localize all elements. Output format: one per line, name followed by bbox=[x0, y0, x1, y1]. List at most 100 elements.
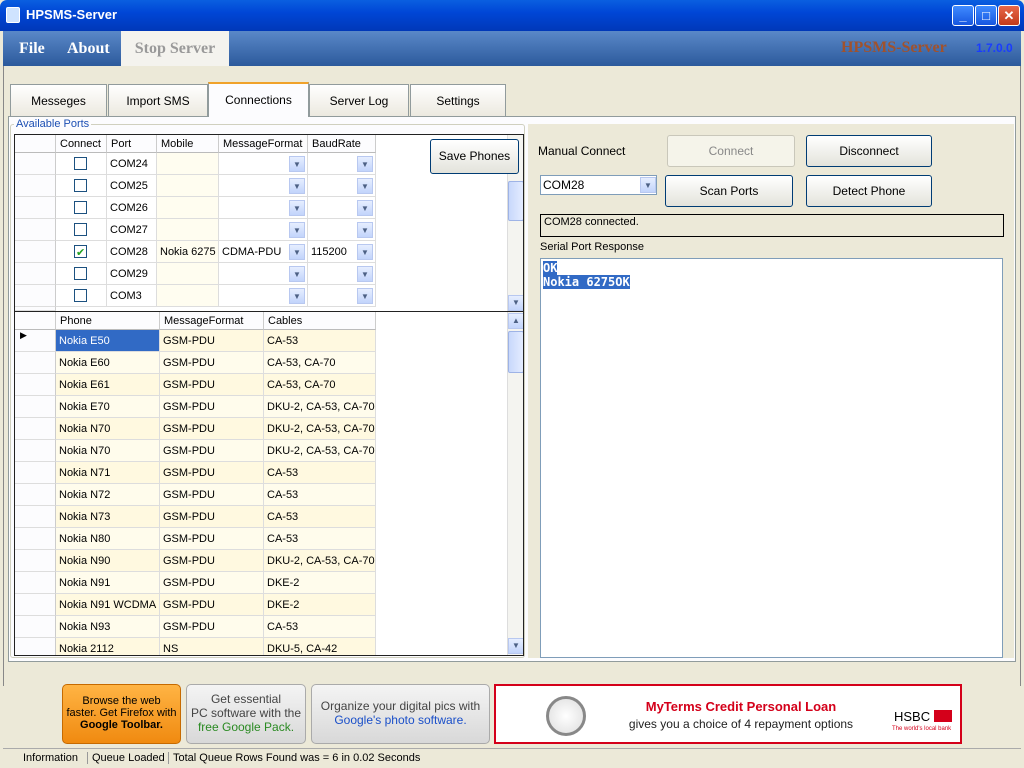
phone-format-cell[interactable]: GSM-PDU bbox=[160, 330, 264, 352]
phone-cell[interactable]: Nokia N91 WCDMA bbox=[56, 594, 160, 616]
ports-scroll-down-icon[interactable]: ▼ bbox=[508, 295, 523, 311]
menu-file[interactable]: File bbox=[19, 31, 45, 66]
cables-cell[interactable]: DKU-5, CA-42 bbox=[264, 638, 376, 655]
detect-phone-button[interactable]: Detect Phone bbox=[806, 175, 932, 207]
port-cell[interactable]: COM28 bbox=[107, 241, 157, 263]
phone-format-cell[interactable]: GSM-PDU bbox=[160, 550, 264, 572]
baudrate-cell[interactable]: ▼ bbox=[308, 197, 376, 219]
port-cell[interactable]: COM3 bbox=[107, 285, 157, 307]
phones-row-header[interactable] bbox=[15, 528, 56, 550]
phone-cell[interactable]: Nokia N91 bbox=[56, 572, 160, 594]
port-cell[interactable]: COM26 bbox=[107, 197, 157, 219]
serial-response-box[interactable]: OK Nokia 6275OK bbox=[540, 258, 1003, 658]
cables-cell[interactable]: CA-53, CA-70 bbox=[264, 352, 376, 374]
cables-cell[interactable]: CA-53 bbox=[264, 484, 376, 506]
minimize-icon[interactable]: _ bbox=[952, 5, 974, 26]
messageformat-cell[interactable]: ▼ bbox=[219, 175, 308, 197]
chevron-down-icon[interactable]: ▼ bbox=[640, 177, 656, 193]
ports-row-header[interactable] bbox=[15, 175, 56, 197]
phone-cell[interactable]: Nokia N70 bbox=[56, 440, 160, 462]
phones-row-header[interactable]: ▶ bbox=[15, 330, 56, 352]
baudrate-cell[interactable]: ▼ bbox=[308, 175, 376, 197]
connect-checkbox[interactable] bbox=[74, 201, 87, 214]
tab-connections[interactable]: Connections bbox=[208, 82, 309, 117]
col-cables[interactable]: Cables bbox=[264, 312, 376, 330]
mobile-cell[interactable] bbox=[157, 175, 219, 197]
menu-about[interactable]: About bbox=[67, 31, 110, 66]
phone-format-cell[interactable]: GSM-PDU bbox=[160, 484, 264, 506]
chevron-down-icon[interactable]: ▼ bbox=[357, 222, 373, 238]
connect-checkbox[interactable] bbox=[74, 223, 87, 236]
phones-row-header[interactable] bbox=[15, 418, 56, 440]
cables-cell[interactable]: CA-53, CA-70 bbox=[264, 374, 376, 396]
firefox-ad[interactable]: Browse the web faster. Get Firefox with … bbox=[62, 684, 181, 744]
messageformat-cell[interactable]: ▼ bbox=[219, 219, 308, 241]
cables-cell[interactable]: DKU-2, CA-53, CA-70 bbox=[264, 396, 376, 418]
phones-row-header[interactable] bbox=[15, 374, 56, 396]
connect-cell[interactable] bbox=[56, 285, 107, 307]
connect-cell[interactable]: ✔ bbox=[56, 241, 107, 263]
messageformat-cell[interactable]: ▼ bbox=[219, 153, 308, 175]
phone-format-cell[interactable]: GSM-PDU bbox=[160, 396, 264, 418]
messageformat-cell[interactable]: CDMA-PDU ▼ bbox=[219, 241, 308, 263]
stop-server-button[interactable]: Stop Server bbox=[121, 31, 229, 66]
phones-scroll-down-icon[interactable]: ▼ bbox=[508, 638, 523, 654]
chevron-down-icon[interactable]: ▼ bbox=[357, 244, 373, 260]
baudrate-cell[interactable]: 115200 ▼ bbox=[308, 241, 376, 263]
phones-row-header[interactable] bbox=[15, 638, 56, 655]
cables-cell[interactable]: DKU-2, CA-53, CA-70 bbox=[264, 550, 376, 572]
phone-cell[interactable]: Nokia N80 bbox=[56, 528, 160, 550]
phone-cell[interactable]: Nokia E50 bbox=[56, 330, 160, 352]
phone-format-cell[interactable]: GSM-PDU bbox=[160, 352, 264, 374]
connect-cell[interactable] bbox=[56, 153, 107, 175]
port-cell[interactable]: COM25 bbox=[107, 175, 157, 197]
phone-cell[interactable]: Nokia N93 bbox=[56, 616, 160, 638]
chevron-down-icon[interactable]: ▼ bbox=[357, 178, 373, 194]
phones-row-header[interactable] bbox=[15, 550, 56, 572]
chevron-down-icon[interactable]: ▼ bbox=[289, 244, 305, 260]
messageformat-cell[interactable]: ▼ bbox=[219, 197, 308, 219]
cables-cell[interactable]: DKU-2, CA-53, CA-70 bbox=[264, 440, 376, 462]
baudrate-cell[interactable]: ▼ bbox=[308, 153, 376, 175]
chevron-down-icon[interactable]: ▼ bbox=[357, 266, 373, 282]
cables-cell[interactable]: DKE-2 bbox=[264, 572, 376, 594]
phone-format-cell[interactable]: GSM-PDU bbox=[160, 418, 264, 440]
mobile-cell[interactable] bbox=[157, 153, 219, 175]
tab-server-log[interactable]: Server Log bbox=[309, 84, 409, 116]
port-cell[interactable]: COM29 bbox=[107, 263, 157, 285]
phone-cell[interactable]: Nokia E60 bbox=[56, 352, 160, 374]
port-cell[interactable]: COM24 bbox=[107, 153, 157, 175]
chevron-down-icon[interactable]: ▼ bbox=[357, 156, 373, 172]
maximize-icon[interactable]: □ bbox=[975, 5, 997, 26]
phone-format-cell[interactable]: GSM-PDU bbox=[160, 528, 264, 550]
phone-format-cell[interactable]: GSM-PDU bbox=[160, 572, 264, 594]
phones-row-header[interactable] bbox=[15, 572, 56, 594]
col-phone-messageformat[interactable]: MessageFormat bbox=[160, 312, 264, 330]
phone-cell[interactable]: Nokia N70 bbox=[56, 418, 160, 440]
phones-row-header[interactable] bbox=[15, 396, 56, 418]
phones-scroll-up-icon[interactable]: ▲ bbox=[508, 313, 523, 329]
chevron-down-icon[interactable]: ▼ bbox=[289, 156, 305, 172]
phone-cell[interactable]: Nokia N71 bbox=[56, 462, 160, 484]
baudrate-cell[interactable]: ▼ bbox=[308, 263, 376, 285]
phones-row-header[interactable] bbox=[15, 484, 56, 506]
phones-row-header[interactable] bbox=[15, 594, 56, 616]
close-icon[interactable]: ✕ bbox=[998, 5, 1020, 26]
phones-row-header[interactable] bbox=[15, 440, 56, 462]
chevron-down-icon[interactable]: ▼ bbox=[289, 178, 305, 194]
save-phones-button[interactable]: Save Phones bbox=[430, 139, 519, 174]
google-pack-ad[interactable]: Get essential PC software with the free … bbox=[186, 684, 306, 744]
mobile-cell[interactable] bbox=[157, 197, 219, 219]
cables-cell[interactable]: CA-53 bbox=[264, 462, 376, 484]
baudrate-cell[interactable]: ▼ bbox=[308, 285, 376, 307]
chevron-down-icon[interactable]: ▼ bbox=[357, 288, 373, 304]
phones-row-header[interactable] bbox=[15, 616, 56, 638]
mobile-cell[interactable] bbox=[157, 263, 219, 285]
google-photo-ad[interactable]: Organize your digital pics with Google's… bbox=[311, 684, 490, 744]
port-cell[interactable]: COM27 bbox=[107, 219, 157, 241]
port-select[interactable]: COM28 ▼ bbox=[540, 175, 657, 195]
col-baudrate[interactable]: BaudRate bbox=[308, 135, 376, 153]
messageformat-cell[interactable]: ▼ bbox=[219, 263, 308, 285]
tab-messeges[interactable]: Messeges bbox=[10, 84, 107, 116]
mobile-cell[interactable]: Nokia 6275 bbox=[157, 241, 219, 263]
